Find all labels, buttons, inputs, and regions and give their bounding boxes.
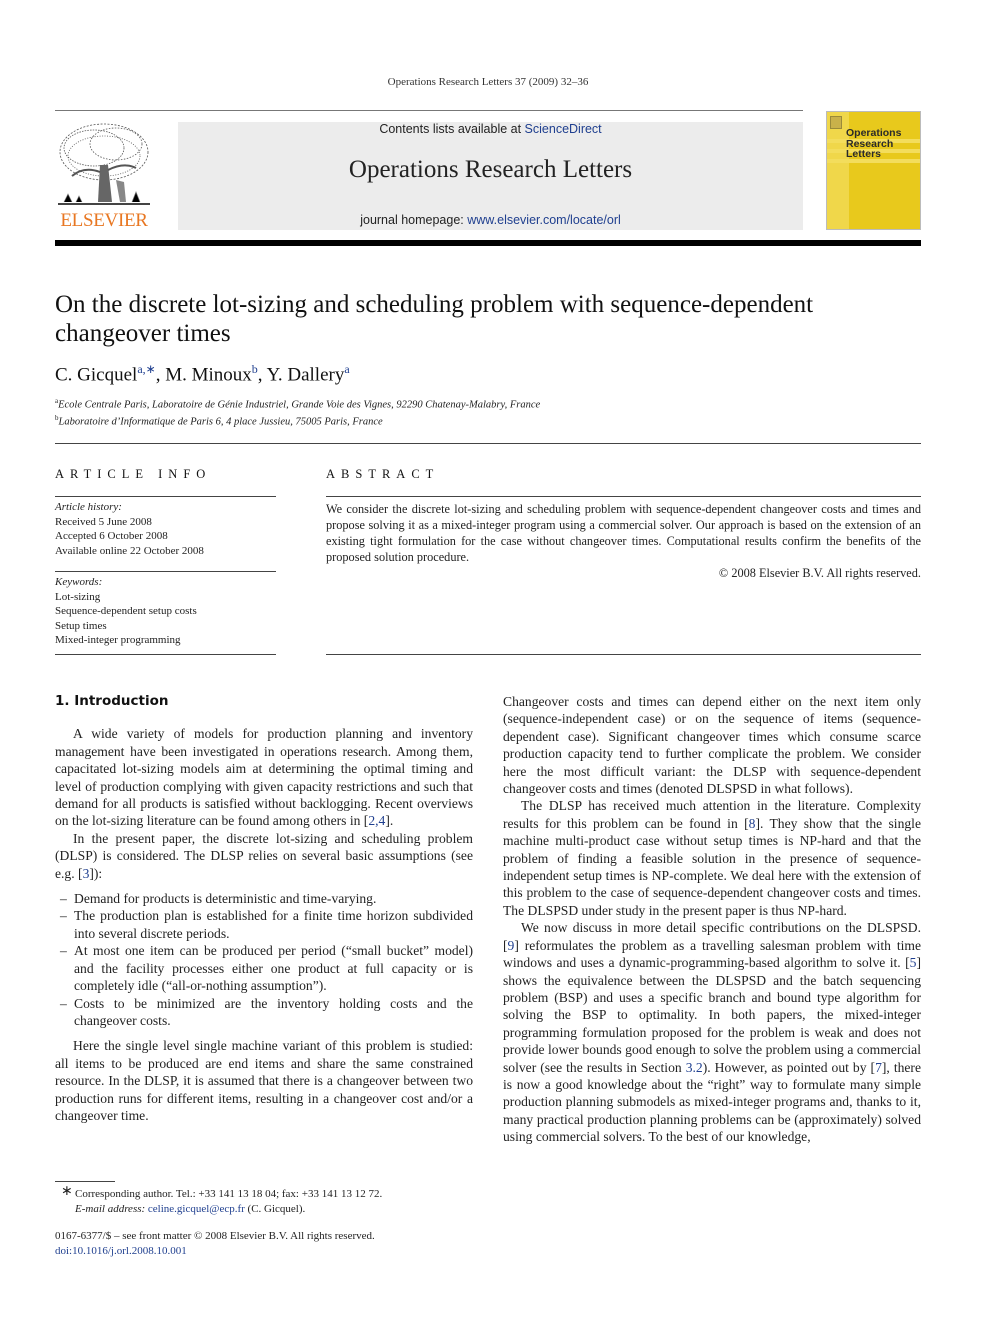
author-name: Y. Dallery [266, 364, 345, 386]
email-suffix: (C. Gicquel). [244, 1202, 306, 1215]
author-name: M. Minoux [165, 364, 252, 386]
tree-icon [58, 123, 150, 205]
citation-link[interactable]: 2,4 [368, 813, 385, 828]
keyword: Mixed-integer programming [55, 634, 181, 646]
journal-homepage-link[interactable]: www.elsevier.com/locate/orl [467, 213, 621, 227]
paragraph: Here the single level single machine var… [55, 1038, 473, 1123]
paragraph: We now discuss in more detail specific c… [503, 920, 921, 1145]
article-history: Article history: Received 5 June 2008 Ac… [55, 500, 204, 558]
abstract-body: We consider the discrete lot-sizing and … [326, 501, 921, 581]
list-item: The production plan is established for a… [55, 907, 473, 942]
history-online: Available online 22 October 2008 [55, 544, 204, 557]
keywords-label: Keywords: [55, 576, 103, 588]
article-info-heading: ARTICLE INFO [55, 467, 212, 481]
keyword: Sequence-dependent setup costs [55, 605, 197, 617]
homepage-prefix: journal homepage: [360, 213, 468, 227]
abstract-heading: ABSTRACT [326, 467, 440, 481]
citation-link[interactable]: 7 [875, 1060, 882, 1075]
running-head: Operations Research Letters 37 (2009) 32… [387, 76, 589, 88]
section-link[interactable]: 3.2 [686, 1060, 703, 1075]
assumption-list: Demand for products is deterministic and… [55, 890, 473, 1029]
history-accepted: Accepted 6 October 2008 [55, 530, 168, 542]
paragraph: A wide variety of models for production … [55, 726, 473, 829]
section-rule [55, 443, 921, 444]
elsevier-logo-text: ELSEVIER [60, 210, 148, 231]
journal-cover[interactable]: Operations Research Letters [826, 111, 921, 230]
author-name: C. Gicquel [55, 364, 138, 386]
article-info-rule [55, 496, 276, 497]
section-heading: 1. Introduction [55, 693, 169, 709]
abstract-rule [326, 654, 921, 655]
author-affil-mark[interactable]: a [344, 362, 349, 376]
left-column: 1. Introduction A wide variety of models… [55, 693, 473, 1124]
history-received: Received 5 June 2008 [55, 515, 152, 528]
front-matter: 0167-6377/$ – see front matter © 2008 El… [55, 1229, 375, 1258]
article-info-rule [55, 654, 276, 655]
keyword: Setup times [55, 619, 107, 632]
doi-link[interactable]: doi:10.1016/j.orl.2008.10.001 [55, 1245, 187, 1257]
footnote-rule [55, 1181, 115, 1182]
right-column: Changeover costs and times can depend ei… [503, 693, 921, 1146]
contents-line: Contents lists available at ScienceDirec… [178, 122, 803, 136]
affiliation: aEcole Centrale Paris, Laboratoire de Gé… [55, 397, 540, 411]
journal-title: Operations Research Letters [348, 156, 633, 183]
author-affil-mark[interactable]: b [252, 362, 258, 376]
keywords: Keywords: Lot-sizing Sequence-dependent … [55, 575, 197, 648]
sciencedirect-link[interactable]: ScienceDirect [525, 122, 602, 136]
paragraph: The DLSP has received much attention in … [503, 798, 921, 918]
email-link[interactable]: celine.gicquel@ecp.fr [148, 1203, 245, 1215]
author-affil-mark[interactable]: a,∗ [137, 362, 155, 376]
cover-title-line: Letters [846, 148, 882, 160]
footnote-contact: Corresponding author. Tel.: +33 141 13 1… [75, 1188, 383, 1200]
journal-banner: Contents lists available at ScienceDirec… [178, 122, 803, 230]
abstract-text: We consider the discrete lot-sizing and … [326, 502, 921, 564]
affiliation: bLaboratoire d’Informatique de Paris 6, … [55, 414, 383, 428]
cover-title-line: Operations [846, 127, 902, 139]
cover-title: Operations Research Letters [846, 128, 901, 160]
abstract-copyright: © 2008 Elsevier B.V. All rights reserved… [718, 566, 921, 580]
paragraph: In the present paper, the discrete lot-s… [55, 830, 473, 881]
issn-line: 0167-6377/$ – see front matter © 2008 El… [55, 1230, 375, 1242]
contents-prefix: Contents lists available at [379, 122, 525, 136]
article-info-rule [55, 571, 276, 572]
article-title: On the discrete lot-sizing and schedulin… [55, 291, 814, 347]
author-list: C. Gicquela,∗, M. Minouxb, Y. Dallerya [55, 362, 350, 386]
footnote: ∗ Corresponding author. Tel.: +33 141 13… [55, 1184, 485, 1217]
affiliation-text: Ecole Centrale Paris, Laboratoire de Gén… [58, 399, 541, 411]
homepage-line: journal homepage: www.elsevier.com/locat… [178, 213, 803, 227]
elsevier-logo[interactable]: ELSEVIER [54, 120, 154, 232]
affiliation-text: Laboratoire d’Informatique de Paris 6, 4… [58, 416, 383, 428]
list-item: At most one item can be produced per per… [55, 942, 473, 994]
header-thick-rule [55, 240, 921, 246]
history-label: Article history: [55, 501, 122, 513]
email-label: E-mail address: [75, 1202, 148, 1215]
cover-publisher-icon [830, 116, 842, 129]
keyword: Lot-sizing [55, 590, 101, 603]
list-item: Demand for products is deterministic and… [55, 890, 473, 908]
list-item: Costs to be minimized are the inventory … [55, 995, 473, 1030]
footnote-email-line: E-mail address: celine.gicquel@ecp.fr (C… [75, 1202, 485, 1217]
paragraph: Changeover costs and times can depend ei… [503, 694, 921, 797]
abstract-rule [326, 496, 921, 497]
header-rule [55, 110, 803, 111]
footnote-mark: ∗ [61, 1184, 73, 1199]
